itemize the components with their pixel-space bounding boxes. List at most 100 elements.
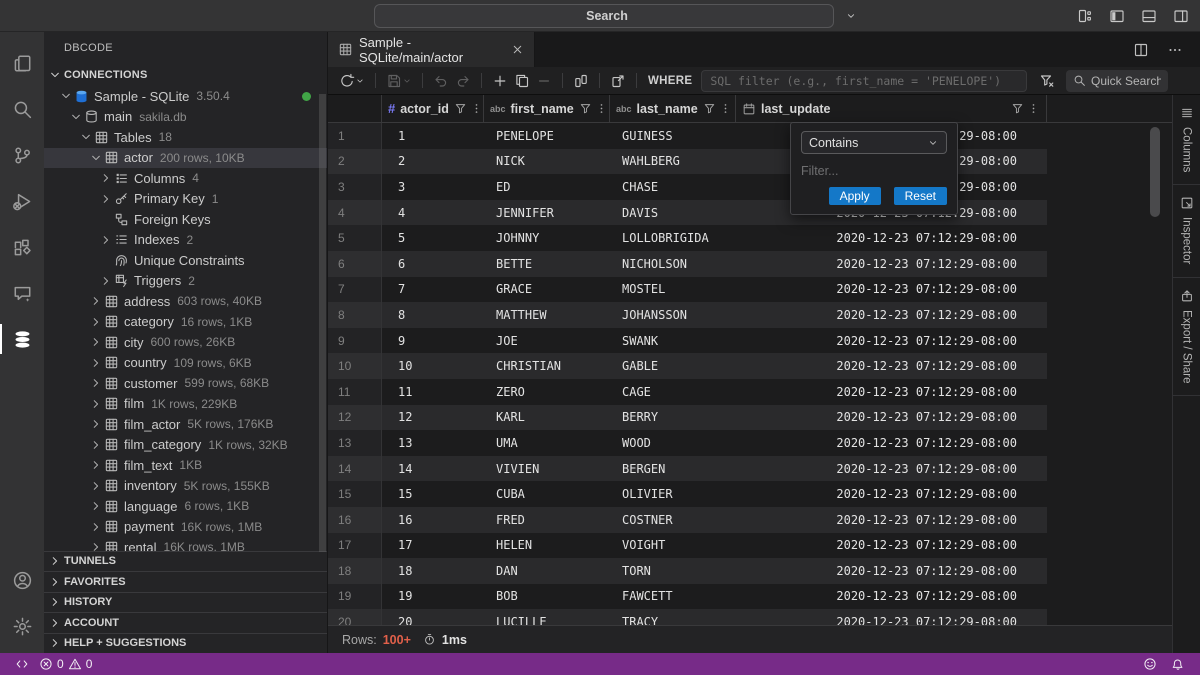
table-row[interactable]: 1717HELENVOIGHT2020-12-23 07:12:29-08:00 [328, 533, 1172, 559]
cell-last-update[interactable]: 2020-12-23 07:12:29-08:00 [736, 405, 1047, 431]
cell-actor-id[interactable]: 14 [382, 456, 484, 482]
reset-filter-button[interactable]: Reset [894, 187, 947, 205]
command-center-search[interactable]: Search [374, 4, 834, 28]
tree-item-rental[interactable]: rental16K rows, 1MB [44, 537, 327, 551]
cell-last-update[interactable]: 2020-12-23 07:12:29-08:00 [736, 533, 1047, 559]
refresh-button[interactable] [336, 70, 368, 92]
cell-last-name[interactable]: GABLE [610, 353, 736, 379]
sql-filter-input[interactable] [701, 70, 1027, 92]
delete-row-button[interactable] [533, 70, 555, 92]
sidebar-section-account[interactable]: ACCOUNT [44, 612, 327, 633]
table-row[interactable]: 88MATTHEWJOHANSSON2020-12-23 07:12:29-08… [328, 302, 1172, 328]
side-tab-export-share[interactable]: Export / Share [1173, 278, 1200, 397]
cell-last-name[interactable]: LOLLOBRIGIDA [610, 225, 736, 251]
filter-value-input[interactable] [801, 162, 947, 180]
cell-last-update[interactable]: 2020-12-23 07:12:29-08:00 [736, 456, 1047, 482]
column-filter-icon[interactable] [703, 102, 716, 115]
cell-first-name[interactable]: HELEN [484, 533, 610, 559]
filter-operator-select[interactable]: Contains [801, 131, 947, 154]
remote-indicator-button[interactable] [10, 653, 34, 675]
cell-actor-id[interactable]: 7 [382, 277, 484, 303]
cell-last-name[interactable]: JOHANSSON [610, 302, 736, 328]
notifications-button[interactable] [1166, 653, 1190, 675]
cell-actor-id[interactable]: 13 [382, 430, 484, 456]
cell-last-name[interactable]: FAWCETT [610, 584, 736, 610]
tree-item-payment[interactable]: payment16K rows, 1MB [44, 517, 327, 538]
cell-actor-id[interactable]: 15 [382, 481, 484, 507]
sidebar-section-favorites[interactable]: FAVORITES [44, 571, 327, 592]
cell-actor-id[interactable]: 9 [382, 328, 484, 354]
cell-last-name[interactable]: OLIVIER [610, 481, 736, 507]
cell-last-name[interactable]: WAHLBERG [610, 149, 736, 175]
connections-section-header[interactable]: CONNECTIONS [44, 64, 327, 86]
tree-item-unique-constraints[interactable]: Unique Constraints [44, 250, 327, 271]
activity-settings[interactable] [0, 603, 44, 649]
table-row[interactable]: 1010CHRISTIANGABLE2020-12-23 07:12:29-08… [328, 353, 1172, 379]
activity-account[interactable] [0, 557, 44, 603]
cell-last-name[interactable]: TRACY [610, 609, 736, 625]
cell-last-name[interactable]: COSTNER [610, 507, 736, 533]
column-menu-icon[interactable] [470, 102, 483, 115]
cell-actor-id[interactable]: 18 [382, 558, 484, 584]
cell-first-name[interactable]: ZERO [484, 379, 610, 405]
cell-first-name[interactable]: MATTHEW [484, 302, 610, 328]
column-menu-icon[interactable] [719, 102, 732, 115]
activity-extensions[interactable] [0, 224, 44, 270]
sidebar-scrollbar[interactable] [319, 94, 326, 552]
cell-actor-id[interactable]: 2 [382, 149, 484, 175]
column-filter-icon[interactable] [454, 102, 467, 115]
tree-item-sample-sqlite[interactable]: Sample - SQLite3.50.4 [44, 86, 327, 107]
table-row[interactable]: 66BETTENICHOLSON2020-12-23 07:12:29-08:0… [328, 251, 1172, 277]
table-row[interactable]: 22NICKWAHLBERG2020-12-23 07:12:29-08:00 [328, 149, 1172, 175]
copilot-menu-button[interactable] [844, 10, 857, 22]
table-row[interactable]: 1313UMAWOOD2020-12-23 07:12:29-08:00 [328, 430, 1172, 456]
sidebar-section-tunnels[interactable]: TUNNELS [44, 551, 327, 572]
cell-last-name[interactable]: CAGE [610, 379, 736, 405]
side-tab-inspector[interactable]: Inspector [1173, 185, 1200, 277]
cell-first-name[interactable]: DAN [484, 558, 610, 584]
cell-last-update[interactable]: 2020-12-23 07:12:29-08:00 [736, 609, 1047, 625]
sidebar-section-history[interactable]: HISTORY [44, 592, 327, 613]
cell-last-update[interactable]: 2020-12-23 07:12:29-08:00 [736, 302, 1047, 328]
cell-actor-id[interactable]: 12 [382, 405, 484, 431]
customize-layout-button[interactable] [1074, 5, 1096, 27]
activity-chat[interactable] [0, 270, 44, 316]
cell-last-name[interactable]: BERRY [610, 405, 736, 431]
undo-button[interactable] [430, 70, 452, 92]
column-filter-icon[interactable] [579, 102, 592, 115]
cell-actor-id[interactable]: 19 [382, 584, 484, 610]
editor-more-actions-button[interactable] [1164, 39, 1186, 61]
cell-first-name[interactable]: JOHNNY [484, 225, 610, 251]
tree-item-main[interactable]: mainsakila.db [44, 107, 327, 128]
cell-last-update[interactable]: 2020-12-23 07:12:29-08:00 [736, 353, 1047, 379]
cell-actor-id[interactable]: 20 [382, 609, 484, 625]
tree-item-indexes[interactable]: Indexes2 [44, 230, 327, 251]
table-row[interactable]: 1111ZEROCAGE2020-12-23 07:12:29-08:00 [328, 379, 1172, 405]
cell-actor-id[interactable]: 5 [382, 225, 484, 251]
tree-item-actor[interactable]: actor200 rows, 10KB [44, 148, 327, 169]
cell-last-name[interactable]: BERGEN [610, 456, 736, 482]
cell-first-name[interactable]: GRACE [484, 277, 610, 303]
cell-last-update[interactable]: 2020-12-23 07:12:29-08:00 [736, 481, 1047, 507]
tree-item-film-text[interactable]: film_text1KB [44, 455, 327, 476]
column-filter-icon[interactable] [1011, 102, 1024, 115]
table-row[interactable]: 1818DANTORN2020-12-23 07:12:29-08:00 [328, 558, 1172, 584]
cell-last-name[interactable]: CHASE [610, 174, 736, 200]
activity-run-debug[interactable] [0, 178, 44, 224]
cell-last-name[interactable]: SWANK [610, 328, 736, 354]
cell-actor-id[interactable]: 10 [382, 353, 484, 379]
cell-actor-id[interactable]: 17 [382, 533, 484, 559]
cell-first-name[interactable]: KARL [484, 405, 610, 431]
activity-explorer[interactable] [0, 40, 44, 86]
cell-last-update[interactable]: 2020-12-23 07:12:29-08:00 [736, 584, 1047, 610]
apply-filter-button[interactable]: Apply [829, 187, 881, 205]
tree-item-inventory[interactable]: inventory5K rows, 155KB [44, 476, 327, 497]
table-row[interactable]: 33EDCHASE2020-12-23 07:12:29-08:00 [328, 174, 1172, 200]
tree-item-category[interactable]: category16 rows, 1KB [44, 312, 327, 333]
column-menu-icon[interactable] [595, 102, 608, 115]
add-row-button[interactable] [489, 70, 511, 92]
cell-last-name[interactable]: GUINESS [610, 123, 736, 149]
cell-actor-id[interactable]: 4 [382, 200, 484, 226]
cell-last-name[interactable]: WOOD [610, 430, 736, 456]
redo-button[interactable] [452, 70, 474, 92]
